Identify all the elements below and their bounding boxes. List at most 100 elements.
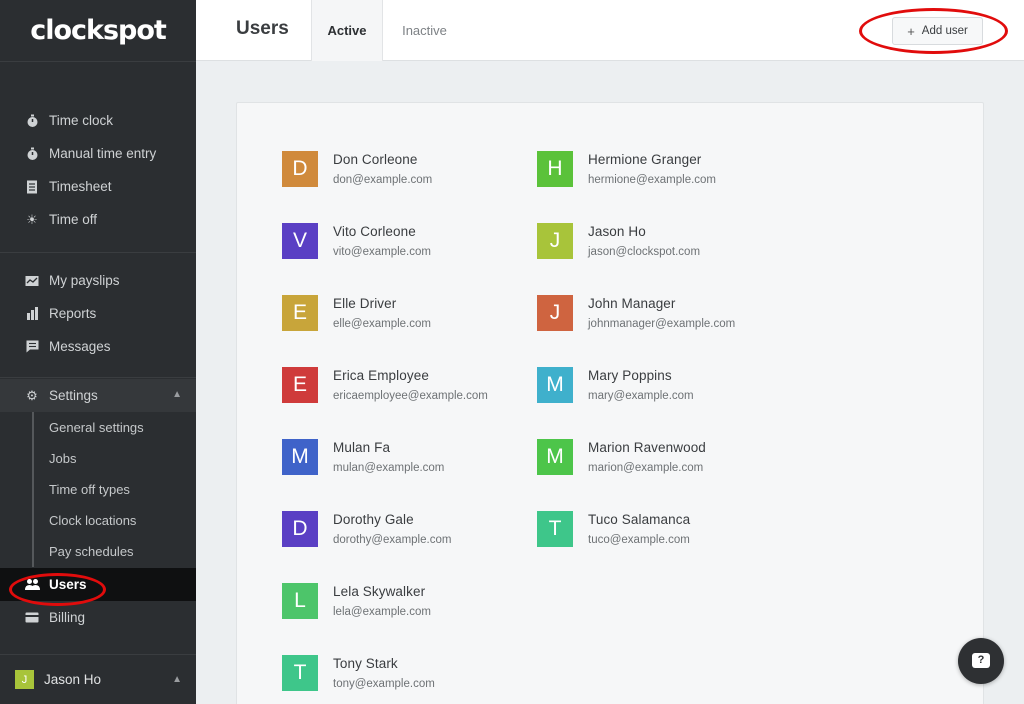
sidebar-item-reports[interactable]: Reports	[0, 297, 196, 330]
user-name[interactable]: Vito Corleone	[333, 224, 431, 239]
sidebar-item-manual-time-entry[interactable]: Manual time entry	[0, 137, 196, 170]
logo-text: clockspot	[30, 15, 167, 46]
user-name[interactable]: John Manager	[588, 296, 735, 311]
user-name[interactable]: Erica Employee	[333, 368, 488, 383]
message-icon	[24, 340, 40, 353]
avatar: M	[282, 439, 318, 475]
user-list-item[interactable]: H Hermione Granger hermione@example.com	[537, 151, 716, 187]
current-user-name: Jason Ho	[44, 672, 102, 687]
user-email: mulan@example.com	[333, 462, 445, 474]
user-name[interactable]: Mulan Fa	[333, 440, 444, 455]
avatar: E	[282, 367, 318, 403]
logo[interactable]: clockspot	[0, 0, 196, 62]
user-name[interactable]: Mary Poppins	[588, 368, 694, 383]
stopwatch-icon	[24, 147, 40, 161]
user-email: dorothy@example.com	[333, 534, 452, 546]
sidebar-item-label: Time clock	[49, 113, 114, 128]
user-email: marion@example.com	[588, 462, 704, 474]
sidebar-item-time-clock[interactable]: Time clock	[0, 104, 196, 137]
user-list-item[interactable]: J John Manager johnmanager@example.com	[537, 295, 735, 331]
page-title: Users	[236, 18, 289, 39]
user-list-item[interactable]: M Mulan Fa mulan@example.com	[282, 439, 444, 475]
tab-active[interactable]: Active	[311, 0, 383, 61]
user-name[interactable]: Dorothy Gale	[333, 512, 451, 527]
avatar: T	[282, 655, 318, 691]
sidebar-subitem-pay-schedules[interactable]: Pay schedules	[34, 536, 196, 567]
user-email: mary@example.com	[588, 390, 694, 402]
payslip-icon	[24, 275, 40, 287]
avatar: H	[537, 151, 573, 187]
gears-icon: ⚙	[26, 387, 38, 403]
user-list-item[interactable]: M Mary Poppins mary@example.com	[537, 367, 694, 403]
current-user-menu[interactable]: J Jason Ho ▲	[0, 654, 196, 704]
user-name[interactable]: Marion Ravenwood	[588, 440, 706, 455]
avatar: D	[282, 151, 318, 187]
sidebar-item-settings[interactable]: ⚙ Settings ▲	[0, 379, 196, 412]
user-email: tuco@example.com	[588, 534, 690, 546]
stopwatch-icon	[24, 114, 40, 128]
user-name[interactable]: Don Corleone	[333, 152, 432, 167]
help-button[interactable]: ?	[958, 638, 1004, 684]
avatar: E	[282, 295, 318, 331]
sidebar-subitem-time-off-types[interactable]: Time off types	[34, 474, 196, 505]
help-icon: ?	[972, 652, 990, 668]
user-list-item[interactable]: V Vito Corleone vito@example.com	[282, 223, 431, 259]
user-email: johnmanager@example.com	[588, 318, 736, 330]
sidebar-subitem-general-settings[interactable]: General settings	[34, 412, 196, 443]
user-list-item[interactable]: T Tuco Salamanca tuco@example.com	[537, 511, 690, 547]
user-email: lela@example.com	[333, 606, 431, 618]
user-list-item[interactable]: T Tony Stark tony@example.com	[282, 655, 435, 691]
chevron-up-icon[interactable]: ▲	[172, 389, 182, 400]
user-email: don@example.com	[333, 174, 433, 186]
user-name[interactable]: Lela Skywalker	[333, 584, 431, 599]
sidebar-item-billing[interactable]: Billing	[0, 601, 196, 634]
header: Users Active Inactive + Add user	[196, 0, 1024, 61]
sidebar-item-my-payslips[interactable]: My payslips	[0, 264, 196, 297]
user-email: elle@example.com	[333, 318, 431, 330]
sidebar-item-label: Users	[49, 577, 87, 592]
avatar: J	[537, 223, 573, 259]
sun-icon: ☀	[26, 211, 38, 227]
add-user-label: Add user	[921, 25, 968, 37]
avatar: D	[282, 511, 318, 547]
plus-icon: +	[907, 23, 915, 39]
user-list-item[interactable]: L Lela Skywalker lela@example.com	[282, 583, 431, 619]
settings-submenu: General settings Jobs Time off types Clo…	[32, 412, 196, 567]
user-name[interactable]: Tuco Salamanca	[588, 512, 690, 527]
user-name[interactable]: Hermione Granger	[588, 152, 716, 167]
user-list-item[interactable]: D Dorothy Gale dorothy@example.com	[282, 511, 451, 547]
user-name[interactable]: Jason Ho	[588, 224, 700, 239]
sidebar-item-time-off[interactable]: ☀ Time off	[0, 203, 196, 236]
sidebar: clockspot Time clock Manual time entry T…	[0, 0, 196, 704]
credit-card-icon	[24, 612, 40, 623]
user-list-item[interactable]: M Marion Ravenwood marion@example.com	[537, 439, 706, 475]
user-name[interactable]: Tony Stark	[333, 656, 435, 671]
sidebar-item-messages[interactable]: Messages	[0, 330, 196, 363]
document-icon	[24, 180, 40, 194]
user-name[interactable]: Elle Driver	[333, 296, 431, 311]
avatar: V	[282, 223, 318, 259]
sidebar-item-label: Time off	[49, 212, 98, 227]
sidebar-item-timesheet[interactable]: Timesheet	[0, 170, 196, 203]
user-email: ericaemployee@example.com	[333, 390, 488, 402]
user-email: jason@clockspot.com	[588, 246, 701, 258]
user-list-item[interactable]: J Jason Ho jason@clockspot.com	[537, 223, 700, 259]
avatar: T	[537, 511, 573, 547]
user-list-item[interactable]: E Erica Employee ericaemployee@example.com	[282, 367, 488, 403]
sidebar-item-users[interactable]: Users	[0, 568, 196, 601]
avatar: M	[537, 439, 573, 475]
avatar: J	[537, 295, 573, 331]
sidebar-item-label: Manual time entry	[49, 146, 157, 161]
bar-chart-icon	[24, 307, 40, 320]
avatar: J	[15, 670, 34, 689]
tab-inactive[interactable]: Inactive	[392, 0, 457, 61]
user-list-item[interactable]: D Don Corleone don@example.com	[282, 151, 432, 187]
avatar: L	[282, 583, 318, 619]
sidebar-subitem-jobs[interactable]: Jobs	[34, 443, 196, 474]
user-email: hermione@example.com	[588, 174, 717, 186]
user-list-item[interactable]: E Elle Driver elle@example.com	[282, 295, 431, 331]
add-user-button[interactable]: + Add user	[892, 17, 983, 45]
user-email: vito@example.com	[333, 246, 431, 258]
nav-group-admin: ⚙ Settings ▲ General settings Jobs Time …	[0, 378, 196, 634]
sidebar-subitem-clock-locations[interactable]: Clock locations	[34, 505, 196, 536]
